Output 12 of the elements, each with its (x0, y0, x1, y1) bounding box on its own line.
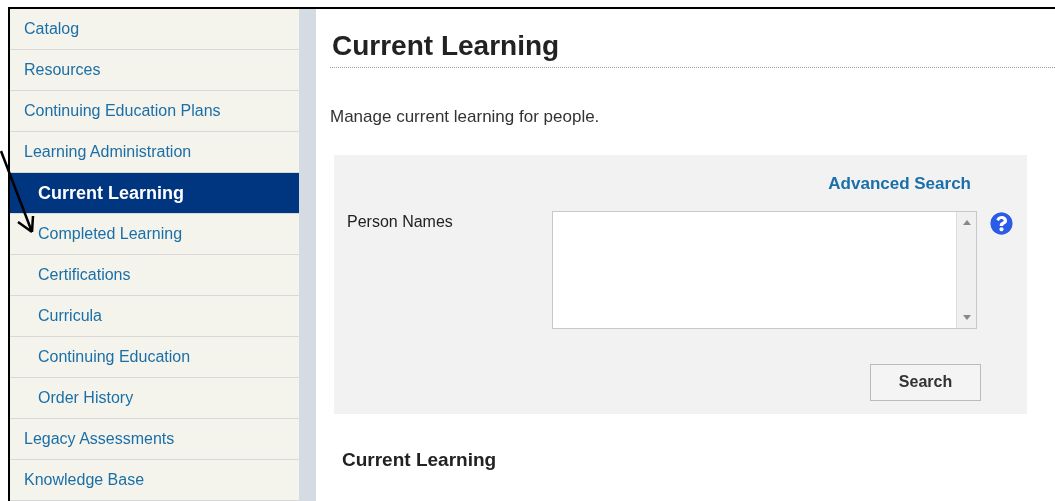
sidebar-item[interactable]: Current Learning (10, 173, 299, 214)
field-label: Person Names (347, 211, 453, 232)
up-arrow-icon[interactable] (962, 219, 971, 225)
person-names-field[interactable] (552, 210, 977, 329)
down-arrow-icon[interactable] (962, 314, 971, 320)
scrollbar[interactable] (956, 211, 976, 328)
section-heading: Current Learning (342, 447, 498, 472)
page-description: Manage current learning for people. (330, 106, 601, 128)
search-button[interactable]: Search (870, 363, 981, 401)
page-title: Current Learning (331, 29, 561, 63)
help-icon[interactable] (990, 211, 1013, 235)
advanced-search-link[interactable]: Advanced Search (828, 170, 971, 196)
